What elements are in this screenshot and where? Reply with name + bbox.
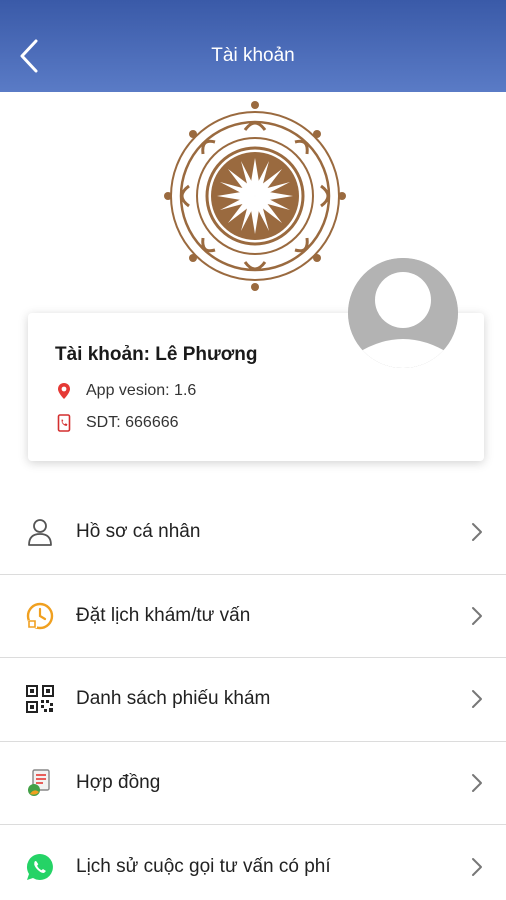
user-avatar-icon	[348, 258, 458, 368]
qr-code-icon	[24, 683, 56, 715]
chevron-right-icon	[472, 523, 482, 542]
menu-label: Hợp đồng	[76, 771, 161, 793]
account-title: Tài khoản: Lê Phương	[55, 344, 258, 365]
clinic-logo	[164, 101, 346, 291]
menu-label: Lịch sử cuộc gọi tư vấn có phí	[76, 855, 331, 877]
phone-text: SDT: 666666	[86, 414, 179, 431]
app-version-text: App vesion: 1.6	[86, 382, 197, 399]
menu-label: Hồ sơ cá nhân	[76, 521, 201, 543]
menu-item-contract[interactable]: Hợp đồng	[0, 742, 506, 825]
phone-icon	[55, 413, 73, 433]
clock-calendar-icon	[24, 600, 56, 632]
chevron-right-icon	[472, 773, 482, 792]
page-title: Tài khoản	[211, 45, 295, 66]
menu-item-paid-call-history[interactable]: Lịch sử cuộc gọi tư vấn có phí	[0, 825, 506, 900]
menu-label: Đặt lịch khám/tư vấn	[76, 604, 251, 626]
user-avatar[interactable]	[348, 258, 458, 368]
contract-document-icon	[24, 767, 56, 799]
chevron-right-icon	[472, 857, 482, 876]
chevron-right-icon	[472, 606, 482, 625]
app-version-row: App vesion: 1.6	[55, 380, 196, 402]
chevron-right-icon	[472, 690, 482, 709]
menu-label: Danh sách phiếu khám	[76, 688, 271, 710]
whatsapp-icon	[24, 851, 56, 883]
menu-item-profile[interactable]: Hồ sơ cá nhân	[0, 491, 506, 575]
location-pin-icon	[55, 381, 73, 401]
app-header: Tài khoản	[0, 0, 506, 92]
account-menu: Hồ sơ cá nhân Đặt lịch khám/tư vấn Danh …	[0, 491, 506, 900]
person-icon	[24, 516, 56, 548]
menu-item-booking[interactable]: Đặt lịch khám/tư vấn	[0, 575, 506, 658]
menu-item-exam-list[interactable]: Danh sách phiếu khám	[0, 658, 506, 742]
phone-row: SDT: 666666	[55, 412, 179, 434]
